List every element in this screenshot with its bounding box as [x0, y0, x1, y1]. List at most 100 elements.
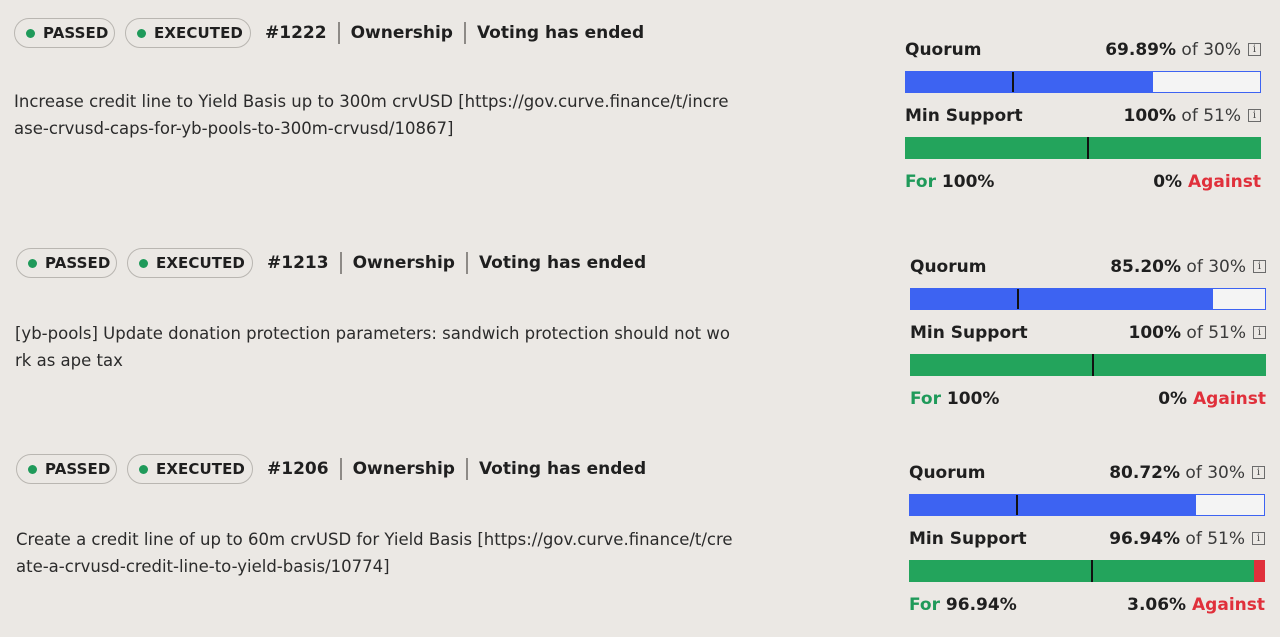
- info-icon[interactable]: i: [1252, 466, 1265, 479]
- status-badge-executed: EXECUTED: [127, 454, 253, 484]
- quorum-threshold: of 30%: [1186, 257, 1246, 277]
- divider: [339, 458, 342, 480]
- info-icon[interactable]: i: [1253, 326, 1266, 339]
- against-value: 0%: [1153, 172, 1183, 192]
- support-bar-fill: [910, 354, 1266, 376]
- against-value: 0%: [1158, 389, 1188, 409]
- proposal-id: #1213: [267, 253, 329, 273]
- status-dot-icon: [137, 28, 146, 38]
- status-badge-executed: EXECUTED: [127, 248, 253, 278]
- quorum-bar: [905, 71, 1261, 93]
- divider: [339, 252, 342, 274]
- quorum-bar-fill: [911, 289, 1213, 309]
- proposal-title[interactable]: Increase credit line to Yield Basis up t…: [14, 88, 734, 142]
- voting-state: Voting has ended: [478, 459, 647, 479]
- info-icon[interactable]: i: [1252, 532, 1265, 545]
- quorum-threshold-marker: [1017, 289, 1020, 309]
- proposal-card[interactable]: PASSED EXECUTED #1206 Ownership Voting has…: [0, 454, 1280, 637]
- support-label: Min Support: [905, 106, 1023, 126]
- vote-stats: Quorum 80.72% of 30% i Min Support 96.94…: [909, 463, 1265, 617]
- status-dot-icon: [28, 258, 37, 268]
- proposal-meta: #1222 Ownership Voting has ended: [265, 22, 644, 44]
- status-badge-passed: PASSED: [16, 248, 117, 278]
- status-badge-passed: PASSED: [14, 18, 115, 48]
- divider: [337, 22, 340, 44]
- proposal-id: #1222: [265, 23, 327, 43]
- support-value: 100%: [1128, 323, 1182, 343]
- support-bar-against: [1254, 560, 1265, 582]
- support-threshold-marker: [1090, 560, 1093, 582]
- against-label: Against: [1188, 172, 1261, 192]
- status-dot-icon: [28, 464, 37, 474]
- support-label: Min Support: [910, 323, 1028, 343]
- support-bar-fill: [905, 137, 1261, 159]
- support-value: 96.94%: [1109, 529, 1181, 549]
- quorum-row: Quorum 85.20% of 30% i: [910, 257, 1266, 279]
- voting-state: Voting has ended: [478, 253, 647, 273]
- quorum-threshold: of 30%: [1181, 40, 1241, 60]
- support-threshold-marker: [1086, 137, 1089, 159]
- proposal-id: #1206: [267, 459, 329, 479]
- vote-stats: Quorum 69.89% of 30% i Min Support 100% …: [905, 40, 1261, 194]
- quorum-threshold-marker: [1012, 72, 1015, 92]
- status-dot-icon: [139, 464, 148, 474]
- info-icon[interactable]: i: [1248, 109, 1261, 122]
- quorum-bar-fill: [910, 495, 1196, 515]
- status-dot-icon: [26, 28, 35, 38]
- quorum-value: 69.89%: [1105, 40, 1177, 60]
- against-label: Against: [1192, 595, 1265, 615]
- support-bar: [910, 354, 1266, 376]
- support-row: Min Support 100% of 51% i: [905, 106, 1261, 128]
- proposal-header: PASSED EXECUTED #1206 Ownership Voting has…: [16, 454, 646, 484]
- quorum-row: Quorum 80.72% of 30% i: [909, 463, 1265, 485]
- divider: [463, 22, 466, 44]
- quorum-value: 80.72%: [1109, 463, 1181, 483]
- support-value: 100%: [1123, 106, 1177, 126]
- quorum-label: Quorum: [909, 463, 986, 483]
- vote-totals: For 96.94% 3.06% Against: [909, 595, 1265, 617]
- for-value: 100%: [946, 389, 1000, 409]
- info-icon[interactable]: i: [1253, 260, 1266, 273]
- for-value: 100%: [941, 172, 995, 192]
- proposal-meta: #1206 Ownership Voting has ended: [267, 458, 646, 480]
- info-icon[interactable]: i: [1248, 43, 1261, 56]
- support-threshold: of 51%: [1185, 529, 1245, 549]
- support-bar: [909, 560, 1265, 582]
- proposal-card[interactable]: PASSED EXECUTED #1222 Ownership Voting has…: [0, 18, 1280, 218]
- for-label: For: [905, 172, 936, 192]
- proposal-title[interactable]: Create a credit line of up to 60m crvUSD…: [16, 526, 736, 580]
- status-badge-executed: EXECUTED: [125, 18, 251, 48]
- support-row: Min Support 96.94% of 51% i: [909, 529, 1265, 551]
- proposal-type: Ownership: [350, 23, 453, 43]
- status-badge-passed: PASSED: [16, 454, 117, 484]
- for-label: For: [909, 595, 940, 615]
- support-bar-fill: [909, 560, 1255, 582]
- quorum-threshold-marker: [1016, 495, 1019, 515]
- quorum-bar: [909, 494, 1265, 516]
- support-threshold: of 51%: [1186, 323, 1246, 343]
- proposal-card[interactable]: PASSED EXECUTED #1213 Ownership Voting has…: [0, 248, 1280, 428]
- voting-state: Voting has ended: [476, 23, 645, 43]
- against-value: 3.06%: [1127, 595, 1187, 615]
- for-value: 96.94%: [945, 595, 1017, 615]
- quorum-label: Quorum: [910, 257, 987, 277]
- support-label: Min Support: [909, 529, 1027, 549]
- quorum-threshold: of 30%: [1185, 463, 1245, 483]
- vote-totals: For 100% 0% Against: [905, 172, 1261, 194]
- quorum-bar: [910, 288, 1266, 310]
- status-dot-icon: [139, 258, 148, 268]
- quorum-row: Quorum 69.89% of 30% i: [905, 40, 1261, 62]
- divider: [465, 458, 468, 480]
- proposal-title[interactable]: [yb-pools] Update donation protection pa…: [15, 320, 735, 374]
- support-threshold-marker: [1091, 354, 1094, 376]
- proposal-header: PASSED EXECUTED #1222 Ownership Voting has…: [14, 18, 644, 48]
- quorum-value: 85.20%: [1110, 257, 1182, 277]
- vote-totals: For 100% 0% Against: [910, 389, 1266, 411]
- support-bar: [905, 137, 1261, 159]
- proposal-type: Ownership: [352, 459, 455, 479]
- against-label: Against: [1193, 389, 1266, 409]
- for-label: For: [910, 389, 941, 409]
- support-threshold: of 51%: [1181, 106, 1241, 126]
- support-row: Min Support 100% of 51% i: [910, 323, 1266, 345]
- proposal-meta: #1213 Ownership Voting has ended: [267, 252, 646, 274]
